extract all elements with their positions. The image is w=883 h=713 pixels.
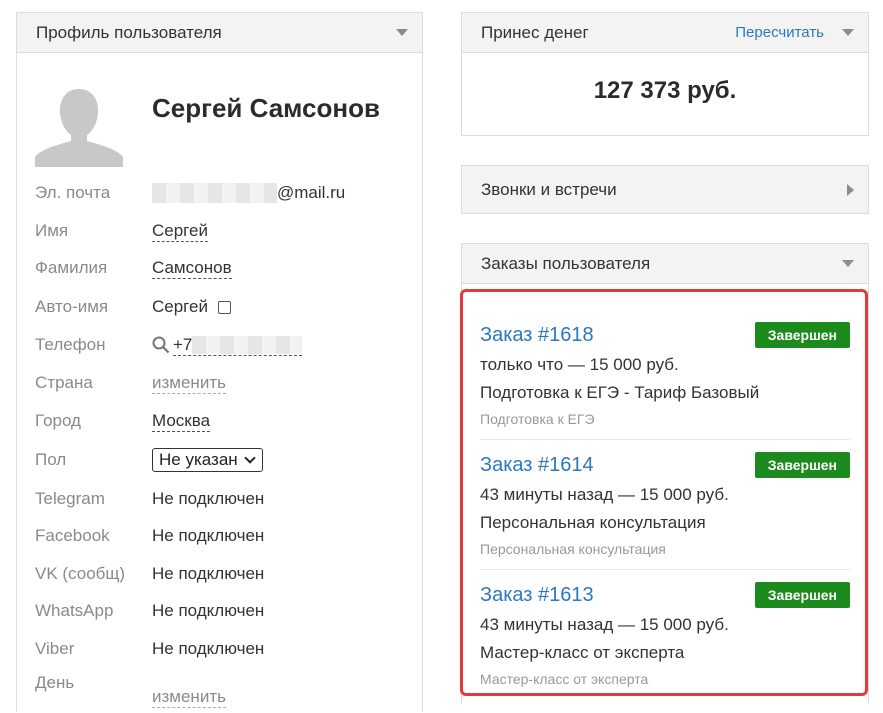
order-group: Персональная консультация [480, 541, 666, 557]
gender-selected-value: Не указан [159, 450, 238, 469]
order-group: Подготовка к ЕГЭ [480, 411, 595, 427]
email-suffix[interactable]: @mail.ru [277, 183, 345, 203]
calls-panel[interactable]: Звонки и встречи [461, 165, 869, 214]
city-value[interactable]: Москва [152, 411, 211, 432]
facebook-label: Facebook [35, 526, 110, 545]
search-icon[interactable] [152, 336, 170, 354]
profile-panel: Профиль пользователя Сергей Самсонов Эл.… [16, 12, 423, 712]
status-badge: Завершен [754, 452, 850, 478]
order-meta: только что — 15 000 руб. [480, 355, 679, 374]
orders-panel-title: Заказы пользователя [481, 253, 651, 273]
vk-value: Не подключен [152, 564, 265, 583]
order-product: Мастер-класс от эксперта [480, 643, 685, 662]
order-divider [480, 569, 850, 570]
phone-prefix: +7 [173, 334, 193, 354]
birthday-change-link[interactable]: изменить [152, 687, 226, 708]
chevron-down-icon [244, 452, 256, 464]
status-badge: Завершен [754, 322, 850, 348]
country-row: Страна изменить [35, 370, 226, 396]
last-name-label: Фамилия [35, 258, 108, 277]
profile-panel-header[interactable]: Профиль пользователя [17, 13, 422, 53]
first-name-row: Имя Сергей [35, 218, 208, 244]
email-label: Эл. почта [35, 183, 111, 202]
orders-panel-header[interactable]: Заказы пользователя [462, 244, 868, 284]
birthday-row: День изменить [35, 673, 226, 713]
order-meta: 43 минуты назад — 15 000 руб. [480, 485, 729, 504]
phone-label: Телефон [35, 335, 106, 354]
city-label: Город [35, 411, 81, 430]
whatsapp-value: Не подключен [152, 601, 265, 620]
order-item: Заказ #1618 Завершен только что — 15 000… [480, 322, 850, 427]
telegram-label: Telegram [35, 489, 105, 508]
order-item: Заказ #1614 Завершен 43 минуты назад — 1… [480, 452, 850, 557]
order-item: Заказ #1613 Завершен 43 минуты назад — 1… [480, 582, 850, 687]
country-change-link[interactable]: изменить [152, 373, 226, 394]
first-name-value[interactable]: Сергей [152, 221, 208, 242]
whatsapp-label: WhatsApp [35, 601, 114, 620]
gender-row: Пол Не указан [35, 447, 263, 473]
city-row: Город Москва [35, 408, 211, 434]
money-panel: Принес денег Пересчитать 127 373 руб. [461, 12, 869, 136]
calls-panel-header[interactable]: Звонки и встречи [462, 166, 868, 213]
gender-label: Пол [35, 450, 67, 469]
auto-name-label: Авто-имя [35, 297, 109, 316]
avatar-placeholder-icon [35, 83, 123, 167]
money-panel-header[interactable]: Принес денег Пересчитать [462, 13, 868, 53]
facebook-value: Не подключен [152, 526, 265, 545]
email-redacted [152, 183, 277, 203]
viber-row: Viber Не подключен [35, 636, 264, 662]
order-product: Персональная консультация [480, 513, 706, 532]
user-full-name: Сергей Самсонов [152, 93, 380, 123]
money-total: 127 373 руб. [593, 77, 737, 104]
first-name-label: Имя [35, 221, 69, 240]
facebook-row: Facebook Не подключен [35, 523, 264, 549]
order-product: Подготовка к ЕГЭ - Тариф Базовый [480, 383, 760, 402]
last-name-value[interactable]: Самсонов [152, 258, 232, 279]
phone-value[interactable]: +7 [173, 334, 303, 356]
gender-select[interactable]: Не указан [152, 448, 263, 472]
order-meta: 43 минуты назад — 15 000 руб. [480, 615, 729, 634]
vk-row: VK (сообщ) Не подключен [35, 561, 264, 587]
vk-label: VK (сообщ) [35, 564, 126, 583]
email-row: Эл. почта @mail.ru [35, 180, 345, 206]
telegram-row: Telegram Не подключен [35, 486, 264, 512]
chevron-down-icon[interactable] [842, 260, 854, 267]
recalculate-link[interactable]: Пересчитать [735, 24, 824, 41]
chevron-down-icon[interactable] [842, 29, 854, 36]
birthday-label: День [35, 673, 75, 692]
chevron-right-icon[interactable] [847, 183, 854, 196]
last-name-row: Фамилия Самсонов [35, 255, 232, 281]
money-panel-title: Принес денег [481, 22, 589, 42]
status-badge: Завершен [754, 582, 850, 608]
phone-row: Телефон +7 [35, 332, 303, 358]
telegram-value: Не подключен [152, 489, 265, 508]
phone-redacted [192, 335, 303, 354]
calls-panel-title: Звонки и встречи [481, 179, 617, 199]
whatsapp-row: WhatsApp Не подключен [35, 598, 264, 624]
auto-name-checkbox[interactable] [217, 300, 231, 314]
order-group: Мастер-класс от эксперта [480, 671, 649, 687]
viber-label: Viber [35, 639, 75, 658]
viber-value: Не подключен [152, 639, 265, 658]
order-divider [480, 439, 850, 440]
auto-name-row: Авто-имя Сергей [35, 294, 231, 320]
chevron-down-icon[interactable] [396, 29, 408, 36]
auto-name-value: Сергей [152, 297, 208, 316]
profile-panel-title: Профиль пользователя [36, 22, 222, 42]
country-label: Страна [35, 373, 93, 392]
